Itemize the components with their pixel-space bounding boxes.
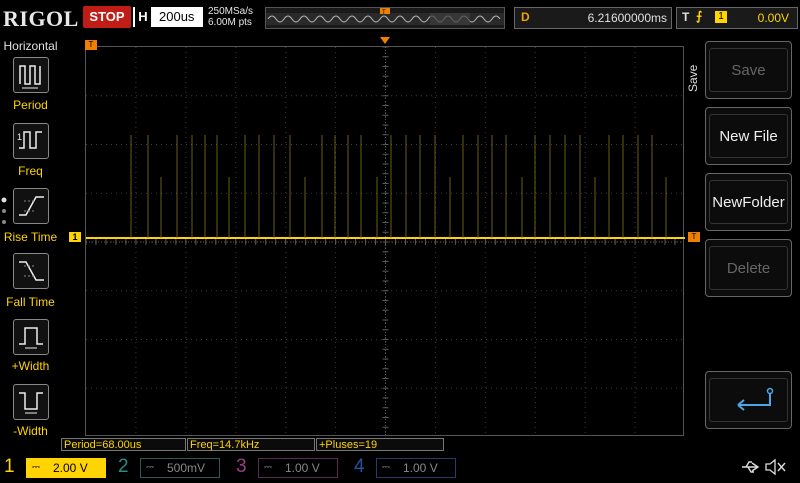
channel4-scale: 1.00 V: [403, 461, 438, 475]
measurement-results-bar: Period=68.00us Freq=14.7kHz +Pluses=19: [61, 437, 701, 453]
memory-depth: 6.00M pts: [208, 17, 252, 28]
system-status-area: [700, 456, 796, 478]
measurement-frequency[interactable]: Freq=14.7kHz: [187, 438, 315, 451]
memory-waveform-preview: T: [266, 8, 504, 25]
channel1-scale: 2.00 V: [53, 461, 88, 475]
frequency-icon: 1: [17, 131, 42, 149]
save-menu-title: Save: [686, 64, 700, 92]
dc-coupling-icon: ⎓: [382, 462, 390, 473]
channel1-number: 1: [4, 456, 15, 477]
new-file-button[interactable]: New File: [705, 107, 792, 165]
dc-coupling-icon: ⎓: [146, 462, 154, 473]
menu-title: Horizontal: [3, 39, 58, 53]
measurement-period[interactable]: Period=68.00us: [61, 438, 186, 451]
trigger-time-marker-icon: [380, 37, 390, 44]
channel2-indicator[interactable]: 2 ⎓ 500mV: [118, 456, 226, 478]
channel4-number: 4: [354, 456, 365, 477]
period-icon: [19, 65, 41, 89]
trigger-position-marker-left: T: [85, 40, 97, 50]
delay-setting[interactable]: D 6.21600000ms: [514, 7, 672, 29]
rise-time-label: Rise Time: [3, 230, 58, 244]
scroll-indicator-icon: [1, 197, 7, 224]
channel1-indicator[interactable]: 1 ⎓ 2.00 V: [4, 456, 108, 478]
waveform-display[interactable]: [85, 46, 685, 437]
period-button[interactable]: [13, 57, 49, 93]
trigger-position-text: T: [382, 10, 386, 16]
delay-key: D: [521, 10, 530, 24]
enter-button[interactable]: [705, 371, 792, 429]
top-status-bar: RIGOL STOP H 200us 250MSa/s 6.00M pts T …: [0, 0, 800, 36]
acquisition-info: 250MSa/s 6.00M pts: [208, 6, 253, 28]
usb-icon: [742, 461, 760, 473]
trigger-key: T: [682, 10, 690, 24]
channel2-scale: 500mV: [167, 461, 206, 475]
rise-time-button[interactable]: [13, 188, 49, 224]
frequency-label: Freq: [18, 164, 43, 178]
channel3-indicator[interactable]: 3 ⎓ 1.00 V: [236, 456, 344, 478]
horizontal-timebase[interactable]: H 200us: [133, 7, 203, 27]
fall-time-label: Fall Time: [6, 295, 55, 309]
sample-rate: 250MSa/s: [208, 6, 254, 17]
dc-coupling-icon: ⎓: [32, 462, 40, 473]
run-stop-indicator[interactable]: STOP: [83, 6, 131, 28]
channel2-number: 2: [118, 456, 129, 477]
trigger-source-channel: 1: [715, 11, 727, 23]
speaker-muted-icon: [765, 458, 786, 476]
new-folder-button[interactable]: NewFolder: [705, 173, 792, 231]
positive-width-label: +Width: [11, 359, 50, 373]
rising-edge-icon: ⨍: [696, 9, 703, 23]
delete-button[interactable]: Delete: [705, 239, 792, 297]
new-folder-label: NewFolder: [709, 180, 788, 224]
channel3-scale: 1.00 V: [285, 461, 320, 475]
channel-bar: 1 ⎓ 2.00 V 2 ⎓ 500mV 3 ⎓ 1.00 V 4 ⎓ 1.00…: [0, 453, 800, 480]
measurement-positive-pulses[interactable]: +Pluses=19: [316, 438, 444, 451]
positive-width-icon: [19, 327, 43, 349]
memory-overview-strip[interactable]: T: [265, 7, 505, 29]
save-button-label: Save: [709, 48, 788, 92]
save-button[interactable]: Save: [705, 41, 792, 99]
period-label: Period: [13, 98, 48, 112]
rise-time-icon: [19, 196, 44, 216]
channel4-indicator[interactable]: 4 ⎓ 1.00 V: [354, 456, 462, 478]
horizontal-measure-menu: Horizontal Period 1 Freq Rise Time Fall …: [0, 37, 61, 442]
channel1-offset-marker[interactable]: 1: [69, 232, 81, 242]
dc-coupling-icon: ⎓: [264, 462, 272, 473]
channel3-number: 3: [236, 456, 247, 477]
new-file-label: New File: [709, 114, 788, 158]
trigger-setting[interactable]: T ⨍ 1 0.00V: [676, 7, 798, 29]
rigol-logo: RIGOL: [3, 6, 79, 31]
fall-time-icon: [19, 261, 44, 281]
negative-width-icon: [19, 392, 43, 414]
negative-width-button[interactable]: [13, 384, 49, 420]
delete-label: Delete: [709, 246, 788, 290]
frequency-button[interactable]: 1: [13, 123, 49, 159]
timebase-value: 200us: [159, 9, 195, 24]
negative-width-label: -Width: [13, 424, 48, 438]
delay-value: 6.21600000ms: [587, 11, 667, 25]
trigger-level: 0.00V: [757, 11, 789, 25]
horizontal-key: H: [135, 7, 151, 27]
graticule: [85, 46, 685, 437]
svg-text:1: 1: [17, 132, 22, 142]
trigger-level-marker[interactable]: T: [688, 232, 700, 242]
fall-time-button[interactable]: [13, 253, 49, 289]
positive-width-button[interactable]: [13, 319, 49, 355]
enter-return-icon: [737, 387, 774, 411]
